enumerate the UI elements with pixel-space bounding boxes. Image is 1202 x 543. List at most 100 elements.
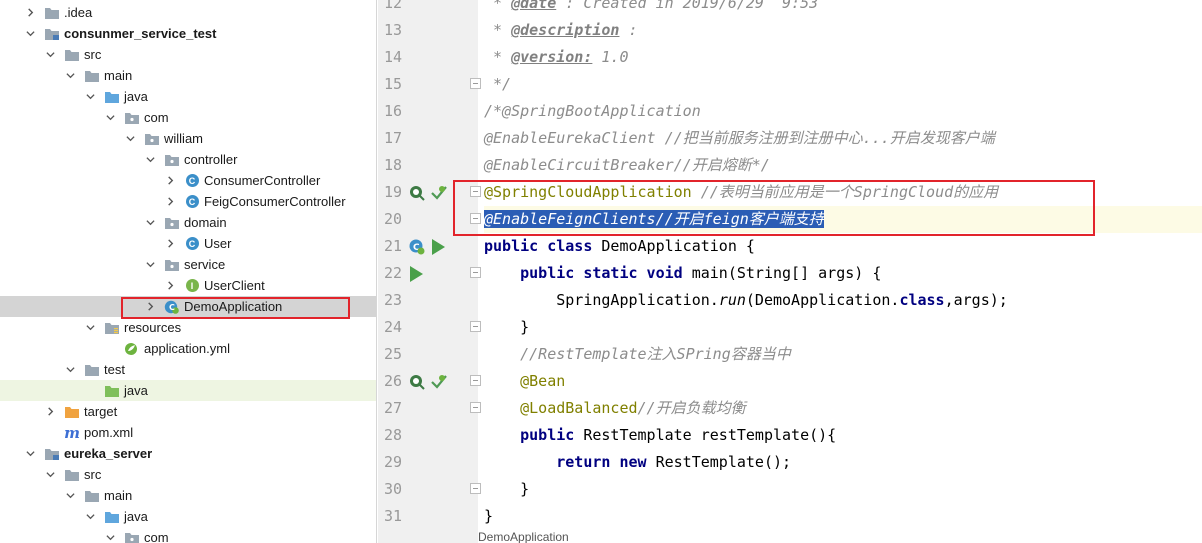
fold-toggle-icon[interactable] [470,483,481,494]
code-line[interactable]: public static void main(String[] args) { [484,260,1202,287]
tree-item-feigconsumercontroller[interactable]: C FeigConsumerController [0,191,376,212]
resources-folder-icon [104,321,120,335]
code-line[interactable]: @Bean [484,368,1202,395]
bean-check-icon[interactable] [430,373,448,396]
spring-config-icon [124,342,140,356]
bean-search-icon[interactable] [408,373,426,396]
tree-item-william[interactable]: william [0,128,376,149]
chevron-down-icon[interactable] [44,469,56,481]
code-line[interactable]: public RestTemplate restTemplate(){ [484,422,1202,449]
chevron-down-icon[interactable] [104,112,116,124]
tree-item-label: test [104,362,125,377]
line-number: 23 [383,291,402,309]
chevron-down-icon[interactable] [24,28,36,40]
chevron-down-icon[interactable] [144,259,156,271]
bean-search-icon[interactable] [408,184,426,207]
fold-toggle-icon[interactable] [470,402,481,413]
tree-item-src[interactable]: src [0,44,376,65]
tree-item-userclient[interactable]: I UserClient [0,275,376,296]
chevron-down-icon[interactable] [144,154,156,166]
code-line[interactable]: * @date : Created in 2019/6/29 9:53 [484,0,1202,17]
interface-icon: I [184,279,200,293]
tree-item-target[interactable]: target [0,401,376,422]
tree-item-consunmer-service-test[interactable]: consunmer_service_test [0,23,376,44]
tree-item-user[interactable]: C User [0,233,376,254]
tree-item-service[interactable]: service [0,254,376,275]
tree-item-java[interactable]: java [0,86,376,107]
code-line[interactable]: * @version: 1.0 [484,44,1202,71]
chevron-down-icon[interactable] [64,70,76,82]
project-tree[interactable]: .idea consunmer_service_test src main java co… [0,0,377,543]
tree-item-resources[interactable]: resources [0,317,376,338]
chevron-right-icon[interactable] [164,280,176,292]
gutter-line: 27 [378,395,481,422]
tree-item-main[interactable]: main [0,65,376,86]
code-token: } [484,318,530,336]
gutter-line: 22 [378,260,481,288]
chevron-right-icon[interactable] [44,406,56,418]
tree-item-com[interactable]: com [0,527,376,543]
code-line[interactable]: } [484,476,1202,503]
code-area[interactable]: * @date : Created in 2019/6/29 9:53 * @d… [484,0,1202,543]
chevron-down-icon[interactable] [84,511,96,523]
tree-item-label: java [124,89,148,104]
class-icon: C [184,174,200,188]
run-icon[interactable] [430,238,446,261]
tree-item-java[interactable]: java [0,380,376,401]
fold-toggle-icon[interactable] [470,267,481,278]
fold-toggle-icon[interactable] [470,78,481,89]
code-line[interactable]: SpringApplication.run(DemoApplication.cl… [484,287,1202,314]
code-token: @description [511,21,620,39]
chevron-down-icon[interactable] [64,490,76,502]
chevron-down-icon[interactable] [144,217,156,229]
chevron-down-icon[interactable] [84,91,96,103]
code-line[interactable]: return new RestTemplate(); [484,449,1202,476]
tree-item-java[interactable]: java [0,506,376,527]
tree-item-domain[interactable]: domain [0,212,376,233]
code-line[interactable]: @LoadBalanced//开启负载均衡 [484,395,1202,422]
line-number: 26 [383,372,402,390]
code-line[interactable]: */ [484,71,1202,98]
chevron-right-icon[interactable] [164,196,176,208]
code-editor[interactable]: 12 13 14 15 16 17 18 19 20 21 C 22 23 24 25 26 27 28 29 30 3… [378,0,1202,543]
chevron-down-icon[interactable] [124,133,136,145]
chevron-down-icon[interactable] [24,448,36,460]
gutter-line: 31 [378,503,478,530]
tree-item-consumercontroller[interactable]: C ConsumerController [0,170,376,191]
code-line[interactable]: } [484,314,1202,341]
chevron-down-icon[interactable] [44,49,56,61]
fold-toggle-icon[interactable] [470,375,481,386]
chevron-down-icon[interactable] [64,364,76,376]
bean-check-icon[interactable] [430,184,448,207]
tree-item-com[interactable]: com [0,107,376,128]
run-icon[interactable] [408,265,424,288]
gutter-line: 24 [378,314,481,341]
code-line[interactable]: public class DemoApplication { [484,233,1202,260]
tree-item-test[interactable]: test [0,359,376,380]
tree-item-label: User [204,236,232,251]
tree-item-label: src [84,467,102,482]
chevron-right-icon[interactable] [164,238,176,250]
code-line[interactable]: @EnableCircuitBreaker//开启熔断*/ [484,152,1202,179]
fold-toggle-icon[interactable] [470,321,481,332]
tree-item-pom-xml[interactable]: m pom.xml [0,422,376,443]
chevron-down-icon[interactable] [84,322,96,334]
code-line[interactable]: * @description : [484,17,1202,44]
chevron-down-icon[interactable] [104,532,116,543]
chevron-right-icon[interactable] [164,175,176,187]
tree-item-main[interactable]: main [0,485,376,506]
gutter-line: 30 [378,476,481,503]
code-line[interactable]: @EnableEurekaClient //把当前服务注册到注册中心...开启发… [484,125,1202,152]
tree-item-src[interactable]: src [0,464,376,485]
code-line[interactable]: } [484,503,1202,530]
spring-class-icon[interactable]: C [408,238,426,261]
code-line[interactable]: /*@SpringBootApplication [484,98,1202,125]
tree-item-label: FeigConsumerController [204,194,346,209]
code-line[interactable]: //RestTemplate注入SPring容器当中 [484,341,1202,368]
gutter-line: 21 C [378,233,478,260]
tree-item--idea[interactable]: .idea [0,2,376,23]
chevron-right-icon[interactable] [24,7,36,19]
tree-item-application-yml[interactable]: application.yml [0,338,376,359]
tree-item-controller[interactable]: controller [0,149,376,170]
tree-item-eureka-server[interactable]: eureka_server [0,443,376,464]
